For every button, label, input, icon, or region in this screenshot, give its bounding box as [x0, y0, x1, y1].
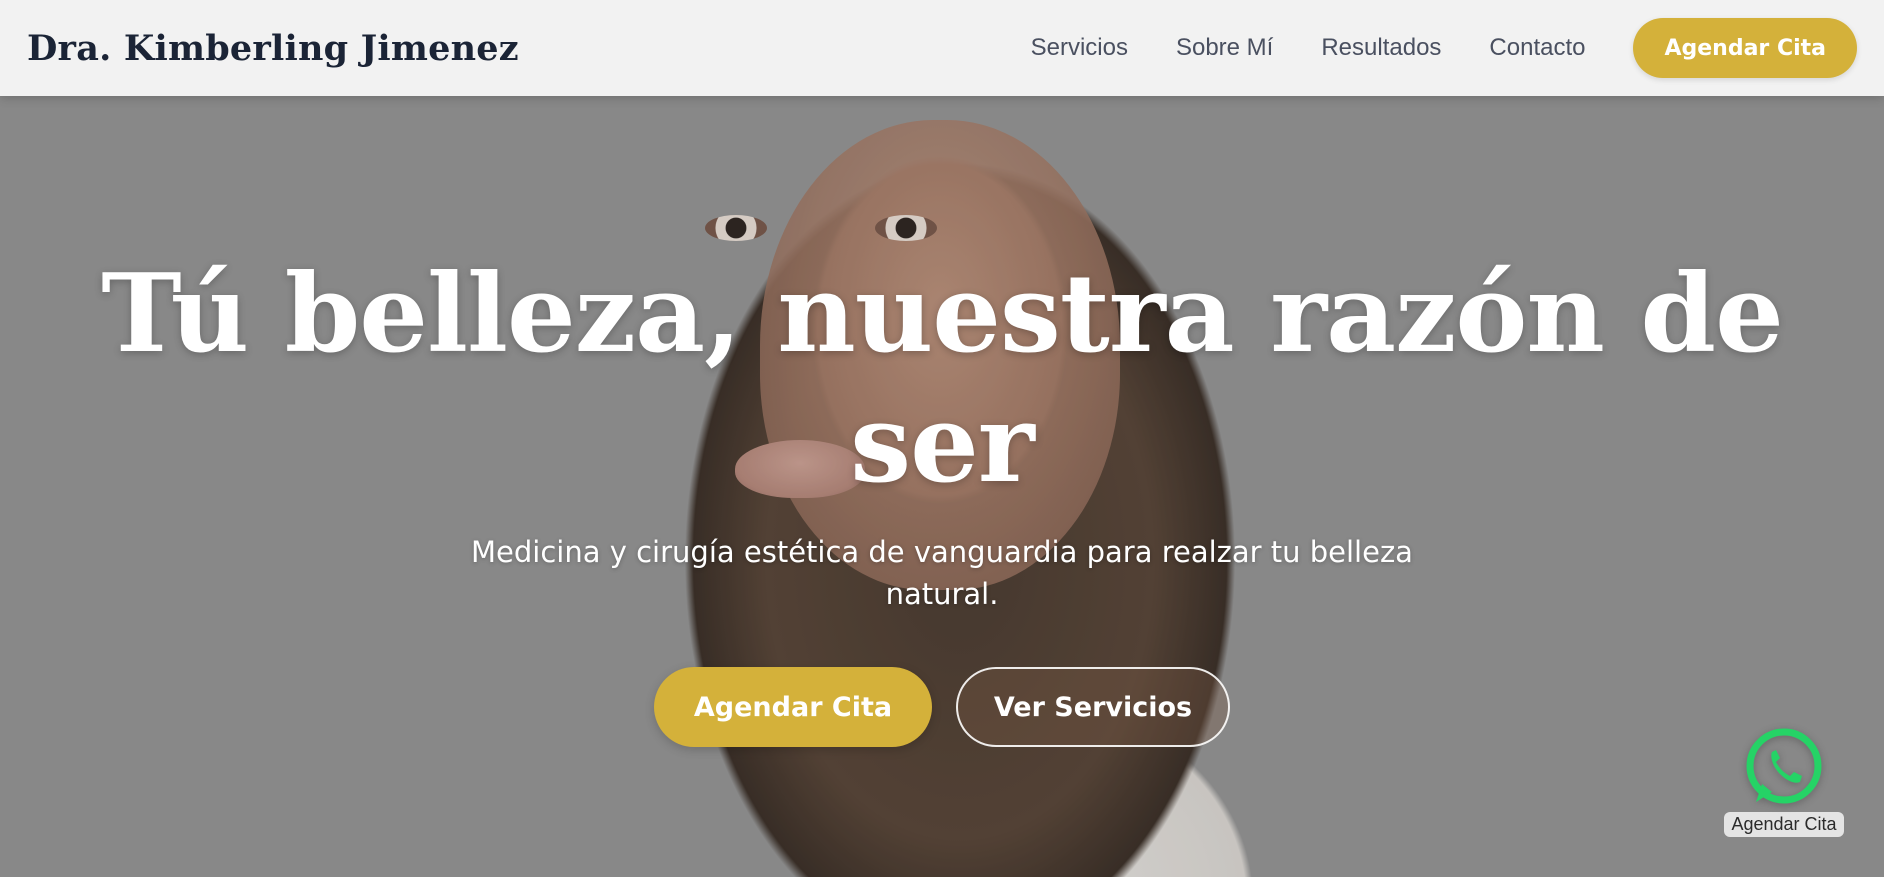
whatsapp-floating-button[interactable]: Agendar Cita [1716, 726, 1852, 837]
nav-link-sobre-mi[interactable]: Sobre Mí [1176, 34, 1273, 62]
whatsapp-label[interactable]: Agendar Cita [1724, 812, 1844, 837]
main-nav: Servicios Sobre Mí Resultados Contacto A… [1031, 18, 1857, 78]
site-header: Dra. Kimberling Jimenez Servicios Sobre … [0, 0, 1884, 96]
brand-logo-text[interactable]: Dra. Kimberling Jimenez [27, 28, 519, 69]
header-agendar-cita-button[interactable]: Agendar Cita [1633, 18, 1857, 78]
hero-section: Tú belleza, nuestra razón de ser Medicin… [0, 250, 1884, 748]
hero-agendar-cita-button[interactable]: Agendar Cita [654, 667, 932, 748]
hero-ver-servicios-button[interactable]: Ver Servicios [956, 667, 1230, 748]
hero-subtitle: Medicina y cirugía estética de vanguardi… [471, 535, 1413, 612]
hero-buttons: Agendar Cita Ver Servicios [0, 667, 1884, 748]
nav-link-resultados[interactable]: Resultados [1321, 34, 1441, 62]
nav-link-servicios[interactable]: Servicios [1031, 34, 1128, 62]
page: Dra. Kimberling Jimenez Servicios Sobre … [0, 0, 1884, 877]
hero-title: Tú belleza, nuestra razón de ser [101, 251, 1784, 507]
nav-link-contacto[interactable]: Contacto [1489, 34, 1585, 62]
whatsapp-icon [1746, 728, 1822, 804]
